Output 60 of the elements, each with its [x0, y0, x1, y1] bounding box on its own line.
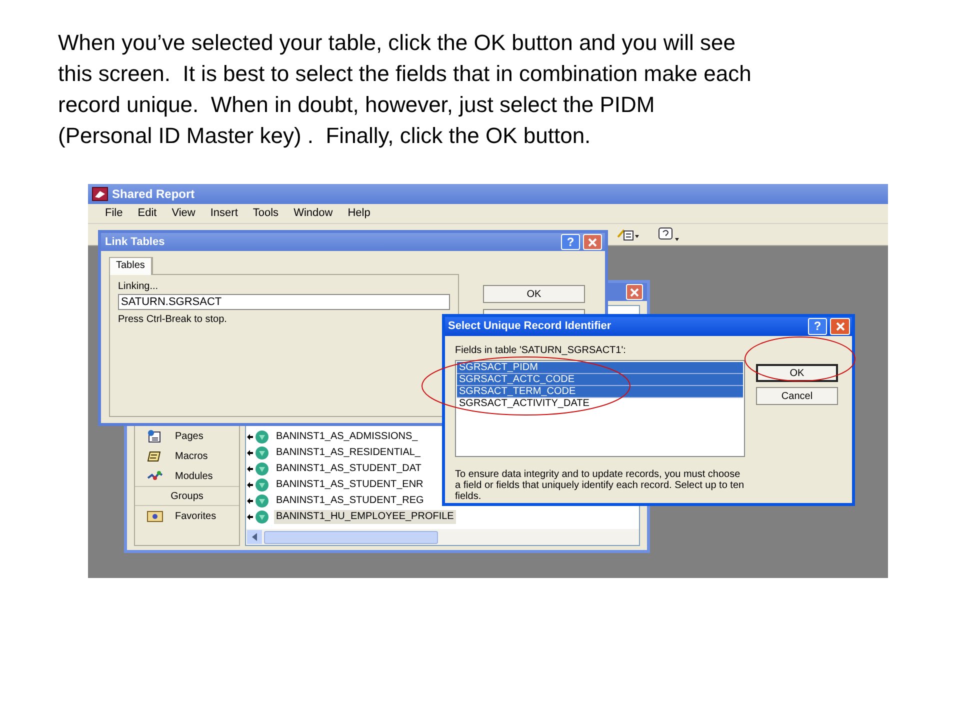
app-icon: [92, 187, 108, 201]
scroll-thumb[interactable]: [264, 530, 438, 544]
hint-text: Press Ctrl-Break to stop.: [118, 313, 228, 327]
menu-item[interactable]: View: [172, 205, 196, 222]
table-item[interactable]: BANINST1_AS_ADMISSIONS_: [274, 430, 420, 444]
ok-button[interactable]: OK: [483, 285, 585, 303]
table-item[interactable]: BANINST1_AS_RESIDENTIAL_: [274, 446, 422, 460]
left-arrow-icon: [252, 533, 258, 541]
table-item[interactable]: BANINST1_HU_EMPLOYEE_PROFILE: [274, 510, 456, 524]
horizontal-scrollbar[interactable]: [246, 529, 639, 545]
field-option[interactable]: SGRSACT_ACTC_CODE: [457, 374, 743, 386]
help-button[interactable]: ?: [561, 234, 580, 250]
close-button[interactable]: [583, 234, 602, 250]
scroll-left-button[interactable]: [247, 530, 262, 544]
menu-item[interactable]: Edit: [138, 205, 157, 222]
fields-label: Fields in table 'SATURN_SGRSACT1':: [455, 344, 627, 358]
close-icon: [588, 238, 597, 246]
window-title: Shared Report: [112, 186, 195, 203]
linked-table-icon: [247, 430, 271, 444]
dialog-title: Select Unique Record Identifier: [448, 319, 612, 334]
linked-table-icon: [247, 494, 271, 508]
cancel-button[interactable]: Cancel: [756, 387, 838, 405]
integrity-note: To ensure data integrity and to update records, you must choose a field or fields that uniquely identify each record. Select up to ten fields.: [455, 469, 745, 502]
object-type-item[interactable]: Modules: [175, 468, 213, 484]
menu-item[interactable]: Insert: [210, 205, 238, 222]
close-icon: [630, 288, 639, 296]
linked-table-icon: [247, 446, 271, 460]
tab[interactable]: Tables: [109, 257, 153, 275]
table-item[interactable]: BANINST1_AS_STUDENT_DAT: [274, 462, 424, 476]
modules-icon: [147, 469, 163, 483]
help-button[interactable]: ?: [808, 318, 827, 335]
object-type-item[interactable]: Pages: [175, 428, 204, 444]
groups-header[interactable]: Groups: [135, 486, 239, 506]
object-type-item[interactable]: Macros: [175, 448, 208, 464]
menu-item[interactable]: Window: [294, 205, 333, 222]
table-item[interactable]: BANINST1_AS_STUDENT_REG: [274, 494, 426, 508]
macros-icon: [147, 449, 163, 463]
folder-icon: [147, 510, 163, 522]
help-icon[interactable]: [658, 227, 680, 243]
instruction-text: When you’ve selected your table, click the OK button and you will see this screen. It is best to select the fields that in combination make each record unique. When in doubt, however, just select the PIDM (Personal ID Master key) . Finally, click the OK button.: [58, 29, 752, 150]
status-label: Linking...: [118, 280, 160, 294]
menu-item[interactable]: Tools: [252, 205, 279, 222]
properties-icon[interactable]: [617, 228, 639, 242]
ok-button[interactable]: OK: [756, 364, 838, 382]
table-item[interactable]: BANINST1_AS_STUDENT_ENR: [274, 478, 426, 492]
table-name-field: SATURN.SGRSACT: [118, 294, 450, 310]
field-option[interactable]: SGRSACT_ACTIVITY_DATE: [457, 398, 743, 410]
linked-table-icon: [247, 462, 271, 476]
linked-table-icon: [247, 478, 271, 492]
dialog-title: Link Tables: [105, 234, 165, 250]
pages-icon: [147, 429, 163, 443]
linked-table-icon: [247, 510, 271, 524]
group-item[interactable]: Favorites: [175, 508, 216, 524]
menu-item[interactable]: Help: [348, 205, 370, 222]
menu-item[interactable]: File: [105, 205, 123, 222]
close-button[interactable]: [626, 284, 643, 300]
field-option[interactable]: SGRSACT_PIDM: [457, 362, 743, 374]
close-button[interactable]: [830, 318, 850, 335]
close-icon: [836, 322, 844, 331]
field-option[interactable]: SGRSACT_TERM_CODE: [457, 386, 743, 398]
